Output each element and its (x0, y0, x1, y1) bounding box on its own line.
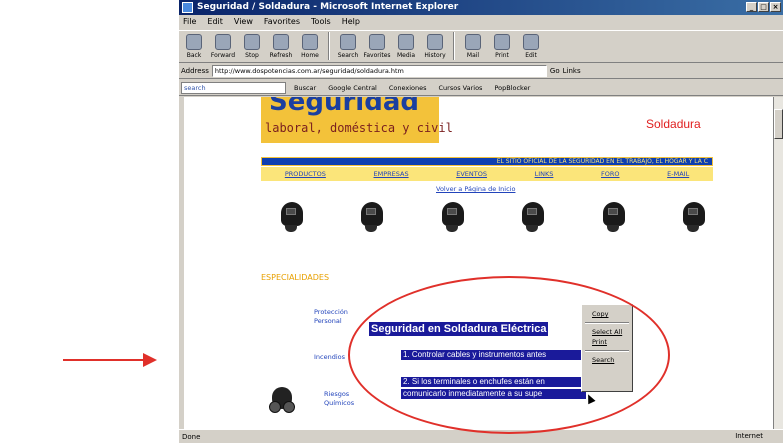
popblocker-link[interactable]: PopBlocker (490, 82, 534, 94)
links-toolbar: search Buscar Google Central Conexiones … (179, 80, 783, 96)
forward-button[interactable]: Forward (210, 32, 236, 62)
menu-help[interactable]: Help (342, 17, 360, 27)
welding-helmet-image (518, 200, 546, 232)
links-label[interactable]: Links (563, 67, 581, 75)
selected-text-line[interactable]: 1. Controlar cables y instrumentos antes (401, 350, 581, 360)
menu-bar: File Edit View Favorites Tools Help (179, 15, 783, 29)
welding-helmet-image (357, 200, 385, 232)
context-print[interactable]: Print (582, 337, 632, 347)
search-button[interactable]: Search (335, 32, 361, 62)
address-input[interactable]: http://www.dospotencias.com.ar/seguridad… (211, 64, 547, 77)
status-text: Done (182, 432, 201, 441)
gas-mask-image (269, 387, 295, 415)
annotation-arrow (63, 359, 145, 361)
browser-window: Seguridad / Soldadura - Microsoft Intern… (178, 0, 783, 443)
menu-separator (585, 322, 629, 324)
buscar-button[interactable]: Buscar (290, 82, 320, 94)
close-button[interactable]: × (770, 2, 781, 12)
proteccion-personal-link[interactable]: Protección Personal (314, 308, 364, 326)
stop-icon (244, 34, 260, 50)
selected-text-line[interactable]: comunicarlo inmediatamente a su supe (401, 389, 586, 399)
menu-separator (585, 350, 629, 352)
history-icon (427, 34, 443, 50)
forward-arrow-icon (215, 34, 231, 50)
annotation-arrow-head (143, 353, 157, 367)
print-button[interactable]: Print (489, 32, 515, 62)
home-button[interactable]: Home (297, 32, 323, 62)
go-button[interactable]: Go (550, 67, 560, 75)
nav-foro[interactable]: FORO (601, 170, 620, 178)
welding-helmets-row (277, 200, 707, 240)
scrollbar-thumb[interactable] (774, 109, 783, 139)
status-bar: Done Internet (179, 429, 783, 443)
context-copy[interactable]: Copy (582, 309, 632, 319)
mail-button[interactable]: Mail (460, 32, 486, 62)
refresh-button[interactable]: Refresh (268, 32, 294, 62)
site-nav: PRODUCTOS EMPRESAS EVENTOS LINKS FORO E-… (261, 167, 713, 181)
context-menu: Copy Select All Print Search (581, 304, 633, 392)
favorites-button[interactable]: Favorites (363, 32, 391, 62)
back-arrow-icon (186, 34, 202, 50)
address-bar: Address http://www.dospotencias.com.ar/s… (179, 63, 783, 79)
toolbar-separator (453, 32, 455, 60)
nav-email[interactable]: E-MAIL (667, 170, 689, 178)
refresh-icon (273, 34, 289, 50)
favorites-icon (369, 34, 385, 50)
maximize-button[interactable]: □ (758, 2, 769, 12)
edit-icon (523, 34, 539, 50)
menu-favorites[interactable]: Favorites (264, 17, 300, 27)
context-search[interactable]: Search (582, 355, 632, 365)
search-icon (340, 34, 356, 50)
minimize-button[interactable]: _ (746, 2, 757, 12)
especialidades-heading: ESPECIALIDADES (261, 273, 330, 282)
media-button[interactable]: Media (393, 32, 419, 62)
welding-helmet-image (679, 200, 707, 232)
toolbar: Back Forward Stop Refresh Home Search Fa… (179, 30, 783, 63)
menu-edit[interactable]: Edit (207, 17, 223, 27)
title-bar: Seguridad / Soldadura - Microsoft Intern… (179, 0, 783, 15)
toolbar-search-input[interactable]: search (181, 81, 286, 94)
cursos-varios-link[interactable]: Cursos Varios (435, 82, 487, 94)
security-zone: Internet (735, 432, 763, 440)
back-to-home-link[interactable]: Volver a Página de Inicio (436, 185, 515, 193)
menu-view[interactable]: View (234, 17, 253, 27)
stop-button[interactable]: Stop (239, 32, 265, 62)
window-title: Seguridad / Soldadura - Microsoft Intern… (197, 2, 459, 12)
banner-title: Seguridad (269, 97, 419, 117)
site-banner: Seguridad laboral, doméstica y civil (261, 97, 453, 143)
nav-empresas[interactable]: EMPRESAS (374, 170, 409, 178)
context-select-all[interactable]: Select All (582, 327, 632, 337)
incendios-link[interactable]: Incendios (314, 353, 345, 362)
site-slogan: EL SITIO OFICIAL DE LA SEGURIDAD EN EL T… (261, 157, 713, 166)
address-label: Address (181, 66, 209, 75)
nav-eventos[interactable]: EVENTOS (456, 170, 487, 178)
selected-heading[interactable]: Seguridad en Soldadura Eléctrica (369, 322, 549, 336)
menu-tools[interactable]: Tools (311, 17, 331, 27)
section-title: Soldadura (646, 117, 701, 131)
media-icon (398, 34, 414, 50)
google-central-link[interactable]: Google Central (324, 82, 381, 94)
back-button[interactable]: Back (181, 32, 207, 62)
edit-button[interactable]: Edit (518, 32, 544, 62)
toolbar-separator (328, 32, 330, 60)
page-content: Seguridad laboral, doméstica y civil Sol… (184, 97, 774, 429)
mail-icon (465, 34, 481, 50)
ie-icon (182, 2, 193, 13)
welding-helmet-image (438, 200, 466, 232)
vertical-scrollbar[interactable] (773, 97, 783, 429)
home-icon (302, 34, 318, 50)
banner-subtitle: laboral, doméstica y civil (265, 121, 453, 135)
menu-file[interactable]: File (183, 17, 196, 27)
history-button[interactable]: History (422, 32, 448, 62)
welding-helmet-image (277, 200, 305, 232)
nav-links[interactable]: LINKS (535, 170, 554, 178)
riesgos-quimicos-link[interactable]: Riesgos Químicos (324, 390, 374, 408)
conexiones-link[interactable]: Conexiones (385, 82, 431, 94)
welding-helmet-image (599, 200, 627, 232)
selected-text-line[interactable]: 2. Si los terminales o enchufes están en (401, 377, 581, 387)
print-icon (494, 34, 510, 50)
nav-productos[interactable]: PRODUCTOS (285, 170, 326, 178)
mouse-cursor-icon (584, 392, 596, 405)
